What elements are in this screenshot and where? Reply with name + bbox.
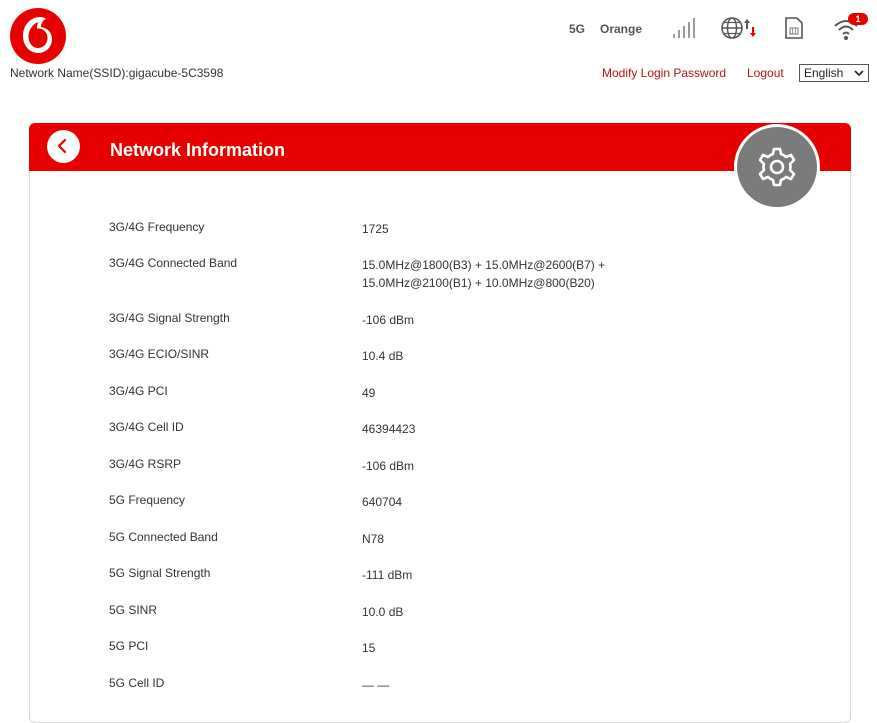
chevron-down-icon [854, 70, 864, 77]
info-row-label: 5G Connected Band [109, 530, 218, 544]
language-select-value: English [804, 66, 844, 80]
signal-strength-icon[interactable] [671, 16, 697, 40]
info-row-label: 5G Cell ID [109, 676, 165, 690]
info-row-label: 5G Frequency [109, 493, 186, 507]
internet-connection-icon[interactable] [720, 15, 758, 41]
top-bar: Network Name(SSID):gigacube-5C3598 5G Or… [0, 0, 877, 95]
info-row-label: 3G/4G Signal Strength [109, 311, 230, 325]
info-row-label: 3G/4G Cell ID [109, 420, 184, 434]
info-row-value: -106 dBm [362, 459, 415, 473]
sim-card-icon[interactable] [784, 16, 804, 40]
info-row-value: 46394423 [362, 422, 416, 436]
vodafone-logo-icon[interactable] [10, 8, 66, 64]
info-row-label: 5G PCI [109, 639, 149, 653]
info-row-value: 10.4 dB [362, 349, 404, 363]
info-row-label: 5G SINR [109, 603, 158, 617]
info-row-label: 3G/4G PCI [109, 384, 168, 398]
operator-label: Orange [600, 22, 643, 36]
info-row-value-line2: 15.0MHz@2100(B1) + 10.0MHz@800(B20) [362, 276, 595, 290]
info-row-value: N78 [362, 532, 385, 546]
modify-login-password-link[interactable]: Modify Login Password [602, 66, 726, 80]
info-row-label: 3G/4G RSRP [109, 457, 182, 471]
wifi-clients-badge: 1 [848, 13, 868, 25]
language-select[interactable]: English [799, 64, 869, 82]
info-row-value: 10.0 dB [362, 605, 404, 619]
info-row-value: -106 dBm [362, 313, 415, 327]
network-type-label: 5G [569, 22, 586, 36]
gear-icon [758, 147, 796, 187]
ssid-label: Network Name(SSID):gigacube-5C3598 [10, 66, 224, 80]
info-row-label: 3G/4G ECIO/SINR [109, 347, 210, 361]
info-row-value: 640704 [362, 495, 403, 509]
back-button[interactable] [47, 130, 80, 163]
page-title: Network Information [110, 140, 286, 160]
network-information-card: Network Information 3G/4G Frequency 1725 3… [29, 123, 851, 723]
info-row-label: 3G/4G Frequency [109, 220, 205, 234]
back-arrow-icon [57, 138, 67, 154]
info-row-value: — — [362, 678, 390, 692]
info-row-value: 49 [362, 386, 376, 400]
info-row-value: 1725 [362, 222, 389, 236]
logout-link[interactable]: Logout [747, 66, 784, 80]
settings-button[interactable] [734, 124, 820, 210]
info-row-value: -111 dBm [362, 568, 413, 582]
info-row-label: 3G/4G Connected Band [109, 256, 238, 270]
info-row-value: 15.0MHz@1800(B3) + 15.0MHz@2600(B7) + [362, 258, 606, 272]
card-header: Network Information [29, 123, 851, 171]
info-row-label: 5G Signal Strength [109, 566, 211, 580]
info-row-value: 15 [362, 641, 376, 655]
